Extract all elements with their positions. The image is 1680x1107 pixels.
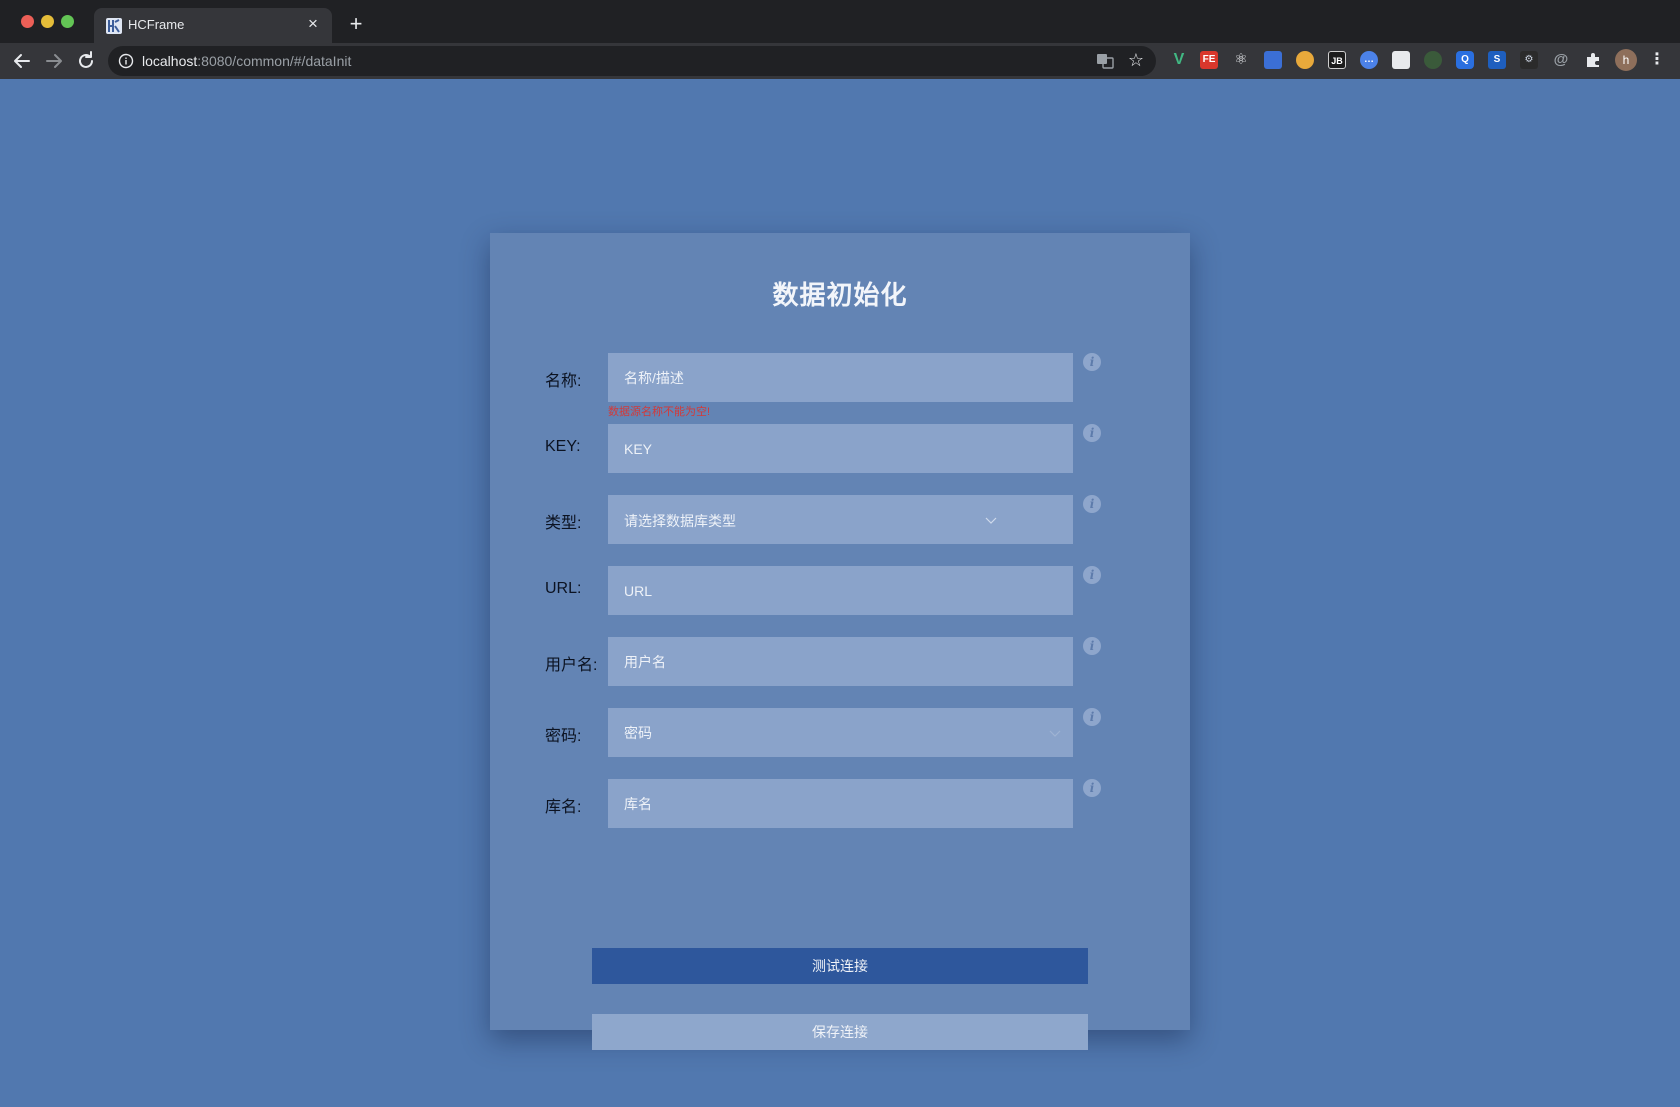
address-bar[interactable]: localhost:8080/common/#/dataInit ☆ [108, 46, 1156, 76]
form-row-name: 名称: i [490, 353, 1190, 403]
dbname-field-box [608, 779, 1073, 828]
form-row-type: 类型: 请选择数据库类型 i [490, 495, 1190, 545]
mail-extension-icon[interactable] [1392, 51, 1410, 69]
key-input[interactable] [608, 424, 1073, 473]
browser-titlebar: HCFrame × + [0, 0, 1680, 43]
url-host: localhost [142, 53, 198, 69]
key-field-box [608, 424, 1073, 473]
username-field-box [608, 637, 1073, 686]
url-text: localhost:8080/common/#/dataInit [142, 53, 351, 69]
tab-close-icon[interactable]: × [302, 13, 324, 35]
site-info-icon[interactable] [118, 53, 134, 69]
password-input[interactable] [608, 708, 1073, 757]
url-field-box [608, 566, 1073, 615]
chevron-down-icon [1049, 730, 1061, 737]
dbname-label: 库名: [545, 799, 582, 816]
chevron-down-icon [985, 517, 997, 524]
username-input[interactable] [608, 637, 1073, 686]
dbname-info-icon[interactable]: i [1083, 779, 1101, 797]
window-maximize-button[interactable] [61, 15, 74, 28]
name-info-icon[interactable]: i [1083, 353, 1101, 371]
puzzle-extensions-icon[interactable] [1584, 51, 1602, 69]
url-input[interactable] [608, 566, 1073, 615]
q-extension-icon[interactable]: Q [1456, 51, 1474, 69]
forward-arrow-icon[interactable] [40, 47, 68, 75]
name-error-message: 数据源名称不能为空! [608, 406, 711, 418]
profile-avatar[interactable]: h [1615, 49, 1637, 71]
password-field-box [608, 708, 1073, 757]
bookmark-extension-icon[interactable] [1264, 51, 1282, 69]
form-row-key: KEY: i [490, 424, 1190, 474]
url-path: :8080/common/#/dataInit [197, 53, 352, 69]
vue-devtools-icon[interactable]: V [1170, 51, 1188, 69]
react-devtools-icon[interactable]: ⚛ [1232, 51, 1250, 69]
bookmark-star-icon[interactable]: ☆ [1126, 50, 1146, 70]
key-label: KEY: [545, 438, 581, 455]
back-arrow-icon[interactable] [8, 47, 36, 75]
gear-extension-icon[interactable]: ⚙ [1520, 51, 1538, 69]
username-info-icon[interactable]: i [1083, 637, 1101, 655]
translate-icon[interactable] [1096, 52, 1114, 70]
browser-tab[interactable]: HCFrame × [94, 8, 332, 43]
fe-helper-icon[interactable]: FE [1200, 51, 1218, 69]
type-label: 类型: [545, 515, 582, 532]
password-label: 密码: [545, 728, 582, 745]
form-row-password: 密码: i [490, 708, 1190, 758]
hcframe-favicon-icon [106, 18, 122, 34]
username-label: 用户名: [545, 657, 598, 674]
url-info-icon[interactable]: i [1083, 566, 1101, 584]
jetbrains-icon[interactable]: JB [1328, 51, 1346, 69]
key-info-icon[interactable]: i [1083, 424, 1101, 442]
db-type-select[interactable]: 请选择数据库类型 [608, 495, 1073, 544]
green-extension-icon[interactable] [1424, 51, 1442, 69]
dbname-input[interactable] [608, 779, 1073, 828]
chat-extension-icon[interactable]: … [1360, 51, 1378, 69]
form-row-dbname: 库名: i [490, 779, 1190, 829]
reload-icon[interactable] [72, 47, 100, 75]
test-connection-button[interactable]: 测试连接 [592, 948, 1088, 984]
page-viewport: 数据初始化 名称: i 数据源名称不能为空! KEY: i 类型: 请选择数据库… [0, 79, 1680, 1107]
window-close-button[interactable] [21, 15, 34, 28]
name-field-box [608, 353, 1073, 402]
name-label: 名称: [545, 373, 582, 390]
at-extension-icon[interactable]: @ [1552, 51, 1570, 69]
url-label: URL: [545, 580, 582, 597]
browser-toolbar: localhost:8080/common/#/dataInit ☆ V FE … [0, 43, 1680, 79]
type-info-icon[interactable]: i [1083, 495, 1101, 513]
new-tab-button[interactable]: + [344, 12, 368, 36]
password-info-icon[interactable]: i [1083, 708, 1101, 726]
color-extension-icon[interactable] [1296, 51, 1314, 69]
db-type-placeholder: 请选择数据库类型 [624, 513, 736, 529]
save-connection-button[interactable]: 保存连接 [592, 1014, 1088, 1050]
data-init-card: 数据初始化 名称: i 数据源名称不能为空! KEY: i 类型: 请选择数据库… [490, 233, 1190, 1050]
browser-menu-icon[interactable]: ⋮ [1648, 51, 1666, 69]
form-row-username: 用户名: i [490, 637, 1190, 687]
tab-title: HCFrame [128, 17, 185, 32]
window-minimize-button[interactable] [41, 15, 54, 28]
s-extension-icon[interactable]: S [1488, 51, 1506, 69]
name-input[interactable] [608, 353, 1073, 402]
form-row-url: URL: i [490, 566, 1190, 616]
page-title: 数据初始化 [772, 280, 908, 310]
